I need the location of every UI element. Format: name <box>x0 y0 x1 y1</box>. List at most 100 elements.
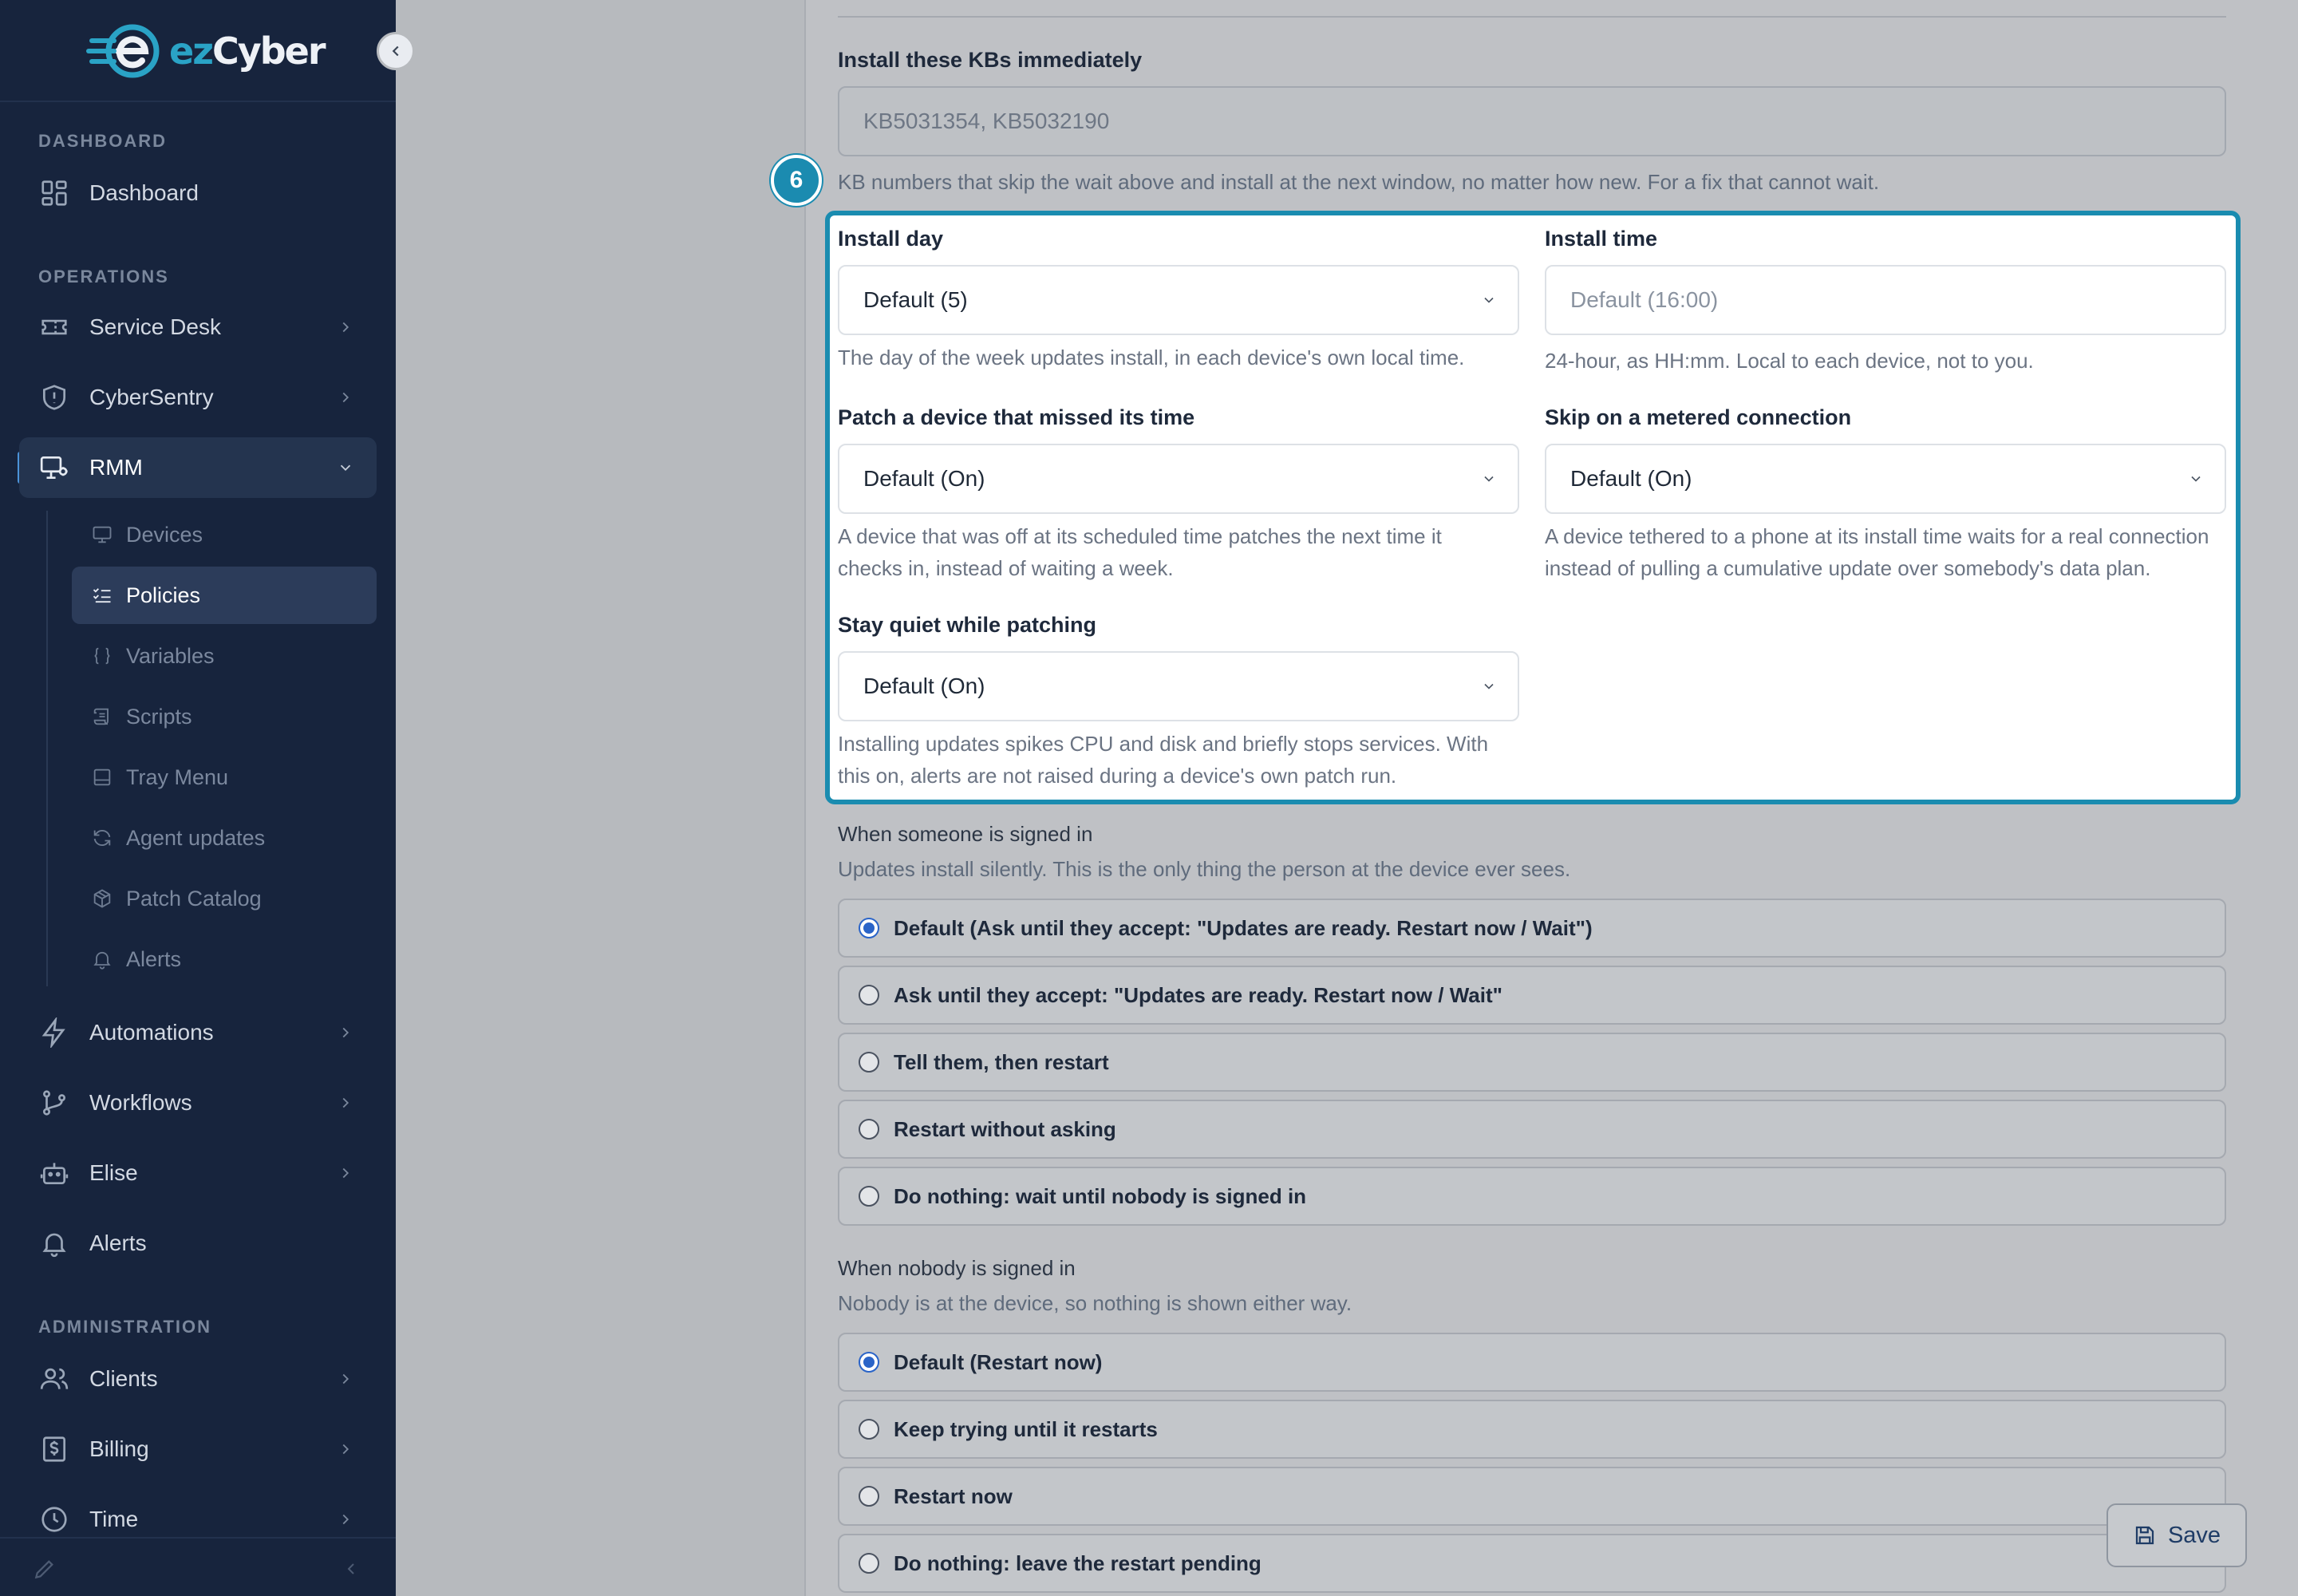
sidebar-subitem-tray-menu[interactable]: Tray Menu <box>72 749 377 806</box>
radio-selected[interactable] <box>859 1352 879 1373</box>
install-time-input[interactable]: Default (16:00) <box>1545 265 2226 335</box>
sidebar-subitem-alerts[interactable]: Alerts <box>72 930 377 988</box>
missed-select[interactable]: Default (On) <box>838 444 1519 514</box>
radio-label: Default (Restart now) <box>894 1349 1103 1374</box>
sidebar-item-label: Workflows <box>89 1090 192 1115</box>
sidebar-item-clients[interactable]: Clients <box>19 1349 377 1409</box>
sidebar-item-service-desk[interactable]: Service Desk <box>19 297 377 358</box>
sidebar-item-label: CyberSentry <box>89 385 214 409</box>
radio-label: Do nothing: leave the restart pending <box>894 1551 1262 1575</box>
sidebar-item-elise[interactable]: Elise <box>19 1143 377 1203</box>
step-badge: 6 <box>771 155 822 206</box>
sidebar-item-label: Billing <box>89 1436 149 1461</box>
brand-name: ezCyber <box>169 30 326 73</box>
signed-in-option[interactable]: Do nothing: wait until nobody is signed … <box>838 1167 2226 1226</box>
sidebar-collapse-button[interactable] <box>377 32 415 70</box>
chevron-down-icon <box>340 464 351 472</box>
radio-label: Ask until they accept: "Updates are read… <box>894 982 1502 1007</box>
quiet-help-line2: this on, alerts are not raised during a … <box>838 764 1397 788</box>
pencil-icon[interactable] <box>32 1556 57 1582</box>
sidebar-item-billing[interactable]: Billing <box>19 1419 377 1479</box>
sidebar-item-workflows[interactable]: Workflows <box>19 1073 377 1133</box>
chevron-right-icon <box>342 1373 349 1385</box>
signed-in-label: When someone is signed in <box>838 822 1093 846</box>
section-label-administration: ADMINISTRATION <box>38 1317 212 1337</box>
nobody-option[interactable]: Do nothing: leave the restart pending <box>838 1534 2226 1593</box>
sidebar-item-label: Dashboard <box>89 180 199 205</box>
sidebar-subitem-scripts[interactable]: Scripts <box>72 688 377 745</box>
sidebar-item-label: Automations <box>89 1020 214 1045</box>
radio[interactable] <box>859 1119 879 1140</box>
metered-help-line2: instead of pulling a cumulative update o… <box>1545 556 2151 580</box>
sidebar-item-rmm[interactable]: RMM <box>19 437 377 498</box>
nobody-option[interactable]: Default (Restart now) <box>838 1333 2226 1392</box>
nobody-option[interactable]: Keep trying until it restarts <box>838 1400 2226 1459</box>
sidebar-subitem-label: Alerts <box>126 946 182 971</box>
radio[interactable] <box>859 1052 879 1073</box>
bell-icon <box>38 1227 70 1259</box>
brand-name-part1: ez <box>169 30 214 73</box>
save-button[interactable]: Save <box>2106 1503 2247 1567</box>
sidebar-item-alerts[interactable]: Alerts <box>19 1213 377 1274</box>
braces-icon <box>91 645 113 667</box>
chevron-down-icon <box>1484 683 1494 689</box>
radio[interactable] <box>859 1186 879 1207</box>
radio[interactable] <box>859 1486 879 1507</box>
quiet-value: Default (On) <box>863 674 985 698</box>
sidebar-item-dashboard[interactable]: Dashboard <box>19 163 377 223</box>
save-button-label: Save <box>2167 1522 2221 1548</box>
signed-in-option[interactable]: Ask until they accept: "Updates are read… <box>838 966 2226 1025</box>
sidebar-subitem-label: Patch Catalog <box>126 886 262 911</box>
floppy-disk-icon <box>2135 1526 2154 1545</box>
branch-icon <box>38 1087 70 1119</box>
radio[interactable] <box>859 985 879 1005</box>
scroll-icon <box>91 705 113 728</box>
radio[interactable] <box>859 1553 879 1574</box>
sidebar-subitem-label: Variables <box>126 643 215 668</box>
install-day-label: Install day <box>838 227 944 251</box>
sidebar-item-automations[interactable]: Automations <box>19 1002 377 1063</box>
metered-select[interactable]: Default (On) <box>1545 444 2226 514</box>
chevron-down-icon <box>2191 476 2201 482</box>
radio-label: Restart now <box>894 1483 1013 1508</box>
kbs-input[interactable]: KB5031354, KB5032190 <box>838 86 2226 156</box>
install-day-select[interactable]: Default (5) <box>838 265 1519 335</box>
sidebar-footer <box>0 1537 396 1596</box>
sidebar-item-label: Time <box>89 1507 139 1531</box>
sidebar-subitem-label: Policies <box>126 583 201 607</box>
signed-in-option[interactable]: Restart without asking <box>838 1100 2226 1159</box>
logo-divider <box>0 101 396 102</box>
metered-value: Default (On) <box>1570 466 1692 491</box>
signed-in-option[interactable]: Default (Ask until they accept: "Updates… <box>838 899 2226 958</box>
radio-selected[interactable] <box>859 918 879 938</box>
radio-label: Keep trying until it restarts <box>894 1416 1158 1441</box>
sidebar-item-cybersentry[interactable]: CyberSentry <box>19 367 377 428</box>
chevron-right-icon <box>342 322 349 333</box>
collapse-sidebar-icon[interactable] <box>342 1559 361 1578</box>
quiet-select[interactable]: Default (On) <box>838 651 1519 721</box>
metered-help-line1: A device tethered to a phone at its inst… <box>1545 524 2209 548</box>
chevron-right-icon <box>342 1167 349 1179</box>
kbs-label: Install these KBs immediately <box>838 48 1143 72</box>
radio[interactable] <box>859 1419 879 1440</box>
lightning-icon <box>38 1017 70 1049</box>
chevron-down-icon <box>1484 476 1494 482</box>
chevron-right-icon <box>342 1514 349 1525</box>
sidebar-subitem-variables[interactable]: Variables <box>72 627 377 685</box>
signed-in-option[interactable]: Tell them, then restart <box>838 1033 2226 1092</box>
chevron-right-icon <box>342 1444 349 1455</box>
brand-logo[interactable]: ezCyber <box>86 18 326 85</box>
sidebar-subitem-patch-catalog[interactable]: Patch Catalog <box>72 870 377 927</box>
grid-icon <box>38 177 70 209</box>
kbs-help: KB numbers that skip the wait above and … <box>838 170 1880 194</box>
dollar-receipt-icon <box>38 1433 70 1465</box>
missed-value: Default (On) <box>863 466 985 491</box>
sidebar-subitem-devices[interactable]: Devices <box>72 506 377 563</box>
sidebar-subitem-agent-updates[interactable]: Agent updates <box>72 809 377 867</box>
metered-label: Skip on a metered connection <box>1545 405 1852 429</box>
nobody-option[interactable]: Restart now <box>838 1467 2226 1526</box>
chevron-down-icon <box>1484 297 1494 303</box>
missed-label: Patch a device that missed its time <box>838 405 1195 429</box>
sidebar-subitem-policies[interactable]: Policies <box>72 567 377 624</box>
robot-icon <box>38 1157 70 1189</box>
